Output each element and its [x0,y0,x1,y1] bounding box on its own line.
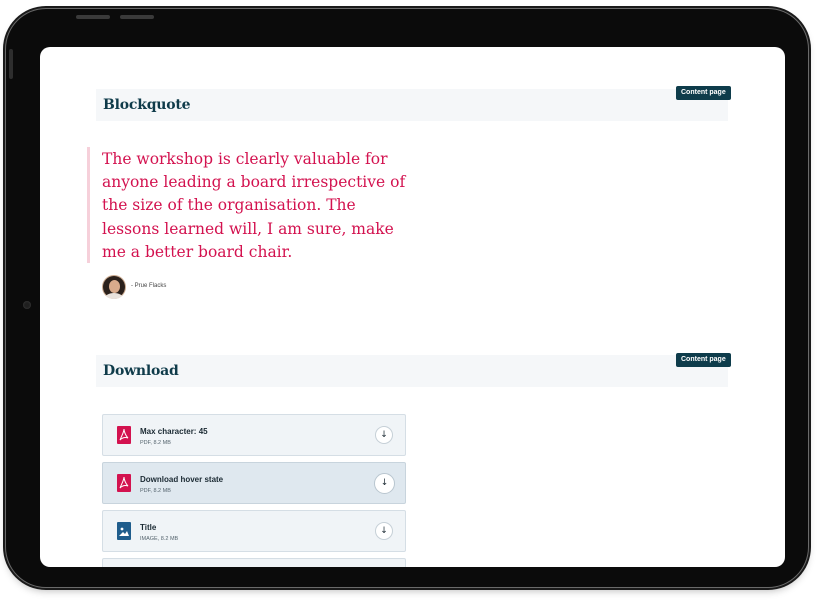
file-title: Download hover state [140,475,224,484]
quote-accent-bar [87,147,90,263]
image-file-icon [117,522,131,540]
side-button [9,49,13,79]
file-meta: IMAGE, 8.2 MB [140,536,179,542]
author-name: - Prue Flacks [131,283,167,289]
download-card[interactable]: Download hover state PDF, 8.2 MB ↓ [102,462,406,504]
camera-icon [23,301,31,309]
tablet-frame: Blockquote Content page The workshop is … [6,9,808,587]
content-page-badge: Content page [676,353,731,367]
file-meta: PDF, 8.2 MB [140,440,171,446]
author-avatar [102,275,126,299]
download-card[interactable] [102,558,406,567]
pdf-file-icon [117,474,131,492]
download-card[interactable]: Title IMAGE, 8.2 MB ↓ [102,510,406,552]
content-page-badge: Content page [676,86,731,100]
file-title: Title [140,523,157,532]
download-card[interactable]: Max character: 45 PDF, 8.2 MB ↓ [102,414,406,456]
download-arrow-icon[interactable]: ↓ [375,522,393,540]
volume-button [76,15,110,19]
download-arrow-icon[interactable]: ↓ [375,426,393,444]
download-arrow-icon[interactable]: ↓ [374,473,395,494]
blockquote-section-header: Blockquote [96,89,728,121]
volume-button [120,15,154,19]
pdf-file-icon [117,426,131,444]
section-title: Download [103,363,179,379]
file-meta: PDF, 8.2 MB [140,488,171,494]
download-section-header: Download [96,355,728,387]
screen: Blockquote Content page The workshop is … [40,47,785,567]
file-title: Max character: 45 [140,427,208,436]
section-title: Blockquote [103,97,191,113]
blockquote-text: The workshop is clearly valuable for any… [102,150,406,261]
